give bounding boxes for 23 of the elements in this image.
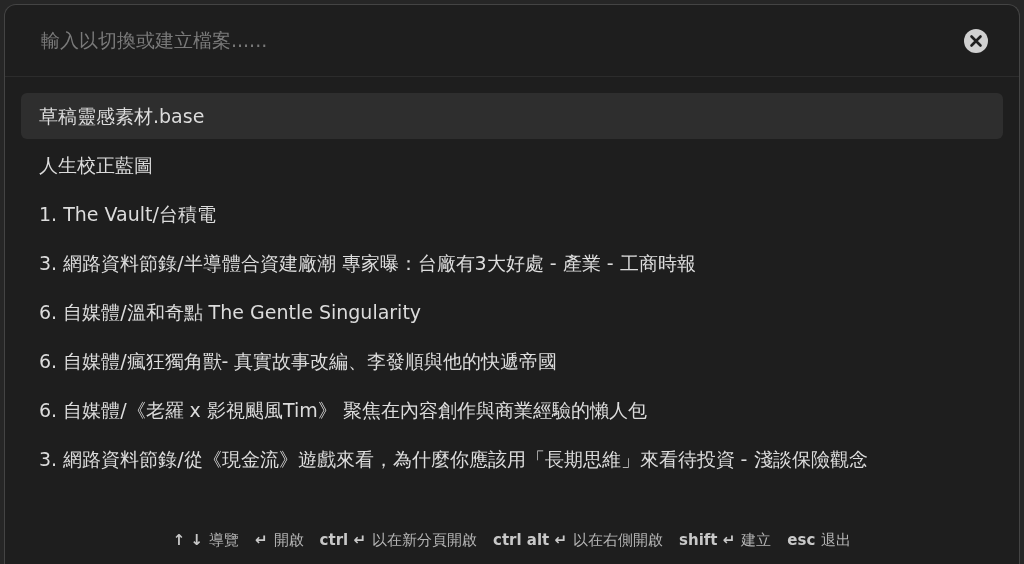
result-item[interactable]: 6. 自媒體/溫和奇點 The Gentle Singularity bbox=[21, 289, 1003, 335]
shortcut-key: ctrl ↵ bbox=[319, 529, 366, 552]
shortcut-label: 以在新分頁開啟 bbox=[372, 530, 477, 551]
search-field[interactable]: 輸入以切換或建立檔案...... bbox=[39, 25, 963, 56]
result-item[interactable]: 3. 網路資料節錄/從《現金流》遊戲來看，為什麼你應該用「長期思維」來看待投資 - 淺談保險觀念 bbox=[21, 436, 1003, 482]
shortcut-label: 退出 bbox=[821, 530, 852, 551]
close-icon bbox=[963, 27, 989, 54]
shortcut-label: 建立 bbox=[741, 530, 772, 551]
result-item[interactable]: 6. 自媒體/《老羅 x 影視颶風Tim》 聚焦在內容創作與商業經驗的懶人包 bbox=[21, 387, 1003, 433]
result-item[interactable]: 人生校正藍圖 bbox=[21, 142, 1003, 188]
shortcut-key: shift ↵ bbox=[679, 529, 736, 552]
shortcut-key: ctrl alt ↵ bbox=[493, 529, 568, 552]
shortcut-key: ↑ ↓ bbox=[172, 529, 204, 552]
shortcut-label: 開啟 bbox=[273, 530, 304, 551]
shortcut-key: esc bbox=[787, 529, 816, 552]
result-item[interactable]: 草稿靈感素材.base bbox=[21, 93, 1003, 139]
clear-button[interactable] bbox=[963, 27, 989, 54]
result-item[interactable]: 3. 網路資料節錄/半導體合資建廠潮 專家曝：台廠有3大好處 - 產業 - 工商時報 bbox=[21, 240, 1003, 286]
shortcut-label: 以在右側開啟 bbox=[573, 530, 664, 551]
shortcut-label: 導覽 bbox=[209, 530, 240, 551]
shortcut-key: ↵ bbox=[255, 529, 268, 552]
result-item[interactable]: 6. 自媒體/瘋狂獨角獸- 真實故事改編、李發順與他的快遞帝國 bbox=[21, 338, 1003, 384]
result-item[interactable]: 1. The Vault/台積電 bbox=[21, 191, 1003, 237]
